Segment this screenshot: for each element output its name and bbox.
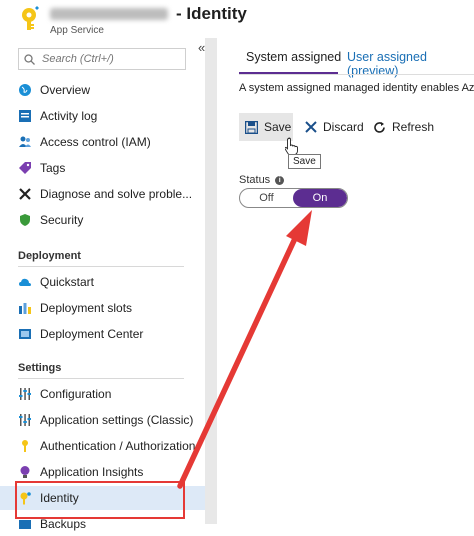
sidebar: « Overview Activity log Access control (… bbox=[0, 38, 205, 531]
sliders-icon bbox=[18, 413, 32, 427]
toggle-on-option[interactable]: On bbox=[293, 189, 347, 207]
tab-system-assigned[interactable]: System assigned bbox=[246, 50, 341, 64]
slots-icon bbox=[18, 301, 32, 315]
app-name-redacted bbox=[50, 8, 168, 20]
section-heading-settings: Settings bbox=[18, 362, 62, 374]
section-divider bbox=[18, 378, 184, 379]
sidebar-item-access-control[interactable]: Access control (IAM) bbox=[0, 130, 205, 154]
log-icon bbox=[18, 109, 32, 123]
sidebar-item-application-settings[interactable]: Application settings (Classic) bbox=[0, 408, 205, 432]
sidebar-item-label: Application settings (Classic) bbox=[40, 413, 194, 427]
sidebar-item-deployment-slots[interactable]: Deployment slots bbox=[0, 296, 205, 320]
deployment-center-icon bbox=[18, 327, 32, 341]
search-box[interactable] bbox=[18, 48, 186, 70]
sidebar-item-quickstart[interactable]: Quickstart bbox=[0, 270, 205, 294]
discard-label: Discard bbox=[323, 120, 364, 134]
globe-icon bbox=[18, 83, 32, 97]
sidebar-item-label: Quickstart bbox=[40, 275, 95, 289]
discard-button[interactable]: Discard bbox=[305, 113, 364, 141]
close-icon bbox=[305, 121, 317, 133]
save-icon bbox=[245, 120, 258, 134]
sidebar-item-label: Diagnose and solve proble... bbox=[40, 187, 193, 201]
sidebar-item-label: Overview bbox=[40, 83, 91, 97]
page-subtitle: App Service bbox=[50, 25, 104, 36]
toggle-off-option[interactable]: Off bbox=[240, 189, 293, 207]
selected-tab-indicator bbox=[239, 72, 338, 74]
section-divider bbox=[18, 266, 184, 267]
main-content: System assigned User assigned (preview) … bbox=[217, 38, 474, 524]
tag-icon bbox=[18, 161, 32, 175]
sliders-icon bbox=[18, 387, 32, 401]
status-label: Status i bbox=[239, 174, 285, 186]
sidebar-item-configuration[interactable]: Configuration bbox=[0, 382, 205, 406]
sidebar-item-security[interactable]: Security bbox=[0, 208, 205, 232]
identity-highlight-box bbox=[15, 481, 185, 519]
key-icon bbox=[22, 6, 39, 30]
page-title: - Identity bbox=[176, 4, 247, 23]
sidebar-item-label: Configuration bbox=[40, 387, 112, 401]
search-icon bbox=[24, 53, 35, 65]
save-label: Save bbox=[264, 120, 292, 134]
sidebar-item-label: Deployment slots bbox=[40, 301, 133, 315]
sidebar-item-label: Tags bbox=[40, 161, 66, 175]
identity-description: A system assigned managed identity enabl… bbox=[239, 82, 474, 94]
sidebar-item-label: Deployment Center bbox=[40, 327, 144, 341]
tab-divider bbox=[239, 74, 474, 75]
hand-cursor-icon bbox=[285, 137, 298, 155]
sidebar-item-authentication[interactable]: Authentication / Authorization bbox=[0, 434, 205, 458]
sidebar-item-tags[interactable]: Tags bbox=[0, 156, 205, 180]
save-tooltip: Save bbox=[288, 154, 321, 169]
sidebar-item-label: Access control (IAM) bbox=[40, 135, 151, 149]
sidebar-item-overview[interactable]: Overview bbox=[0, 78, 205, 102]
shield-icon bbox=[18, 213, 32, 227]
sidebar-item-label: Application Insights bbox=[40, 465, 144, 479]
key-icon bbox=[18, 439, 32, 453]
section-heading-deployment: Deployment bbox=[18, 250, 81, 262]
sidebar-item-deployment-center[interactable]: Deployment Center bbox=[0, 322, 205, 346]
info-icon[interactable]: i bbox=[275, 175, 285, 185]
backup-icon bbox=[18, 517, 32, 531]
status-toggle[interactable]: Off On bbox=[239, 188, 348, 208]
people-icon bbox=[18, 135, 32, 149]
search-input[interactable] bbox=[40, 52, 179, 66]
blade-header: - Identity App Service bbox=[0, 0, 474, 38]
sidebar-item-label: Security bbox=[40, 213, 84, 227]
sidebar-scrollbar[interactable] bbox=[205, 38, 217, 524]
cloud-icon bbox=[18, 275, 32, 289]
refresh-label: Refresh bbox=[392, 120, 435, 134]
sidebar-item-label: Backups bbox=[40, 517, 87, 531]
status-label-text: Status bbox=[239, 174, 271, 186]
refresh-icon bbox=[373, 121, 386, 134]
tools-icon bbox=[18, 187, 32, 201]
sidebar-item-activity-log[interactable]: Activity log bbox=[0, 104, 205, 128]
sidebar-item-label: Authentication / Authorization bbox=[40, 439, 196, 453]
refresh-button[interactable]: Refresh bbox=[373, 113, 434, 141]
lightbulb-icon bbox=[18, 465, 32, 479]
sidebar-item-diagnose[interactable]: Diagnose and solve proble... bbox=[0, 182, 205, 206]
sidebar-item-label: Activity log bbox=[40, 109, 98, 123]
